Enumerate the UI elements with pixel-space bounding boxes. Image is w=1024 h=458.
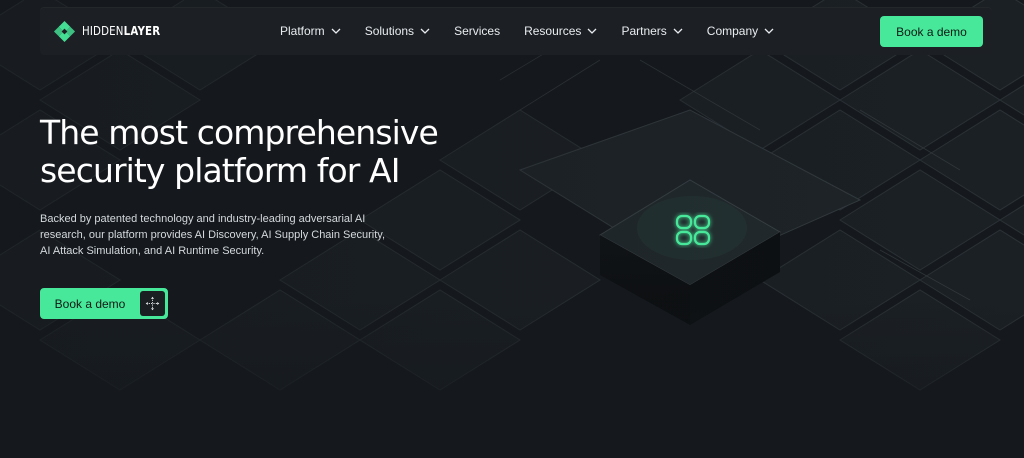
nav-item-services[interactable]: Services <box>454 24 500 38</box>
nav-item-solutions[interactable]: Solutions <box>365 24 430 38</box>
chevron-down-icon <box>764 28 774 34</box>
move-crosshair-icon <box>140 291 165 316</box>
hero-title: The most comprehensive security platform… <box>40 114 520 190</box>
chip-logo-glow-icon <box>675 214 711 246</box>
hero-book-demo-button[interactable]: Book a demo <box>40 288 168 319</box>
hero-description: Backed by patented technology and indust… <box>40 213 386 257</box>
nav-label: Platform <box>280 24 325 38</box>
nav-item-platform[interactable]: Platform <box>280 24 341 38</box>
chevron-down-icon <box>331 28 341 34</box>
nav-label: Solutions <box>364 24 415 38</box>
chevron-down-icon <box>420 28 430 34</box>
hero-title-line-2: security platform for AI <box>40 151 400 190</box>
nav-label: Partners <box>621 24 667 38</box>
brand-wordmark: HIDDENLAYER <box>82 22 161 38</box>
nav-item-resources[interactable]: Resources <box>524 24 597 38</box>
chevron-down-icon <box>673 28 683 34</box>
hero-cta-label: Book a demo <box>54 296 126 311</box>
chevron-down-icon <box>587 28 597 34</box>
nav-book-demo-button[interactable]: Book a demo <box>880 16 983 47</box>
hero-title-line-1: The most comprehensive <box>40 113 439 152</box>
nav-label: Company <box>706 24 759 38</box>
nav-label: Services <box>454 24 501 38</box>
nav-label: Resources <box>524 24 582 38</box>
nav-item-company[interactable]: Company <box>707 24 774 38</box>
page: HIDDENLAYER Platform Solutions Services … <box>0 0 1024 458</box>
brand-logo[interactable]: HIDDENLAYER <box>53 19 177 43</box>
hiddenlayer-logo-icon <box>53 20 76 42</box>
main-nav: Platform Solutions Services Resources Pa… <box>280 7 798 55</box>
nav-item-partners[interactable]: Partners <box>621 24 683 38</box>
top-navbar: HIDDENLAYER Platform Solutions Services … <box>40 7 992 55</box>
